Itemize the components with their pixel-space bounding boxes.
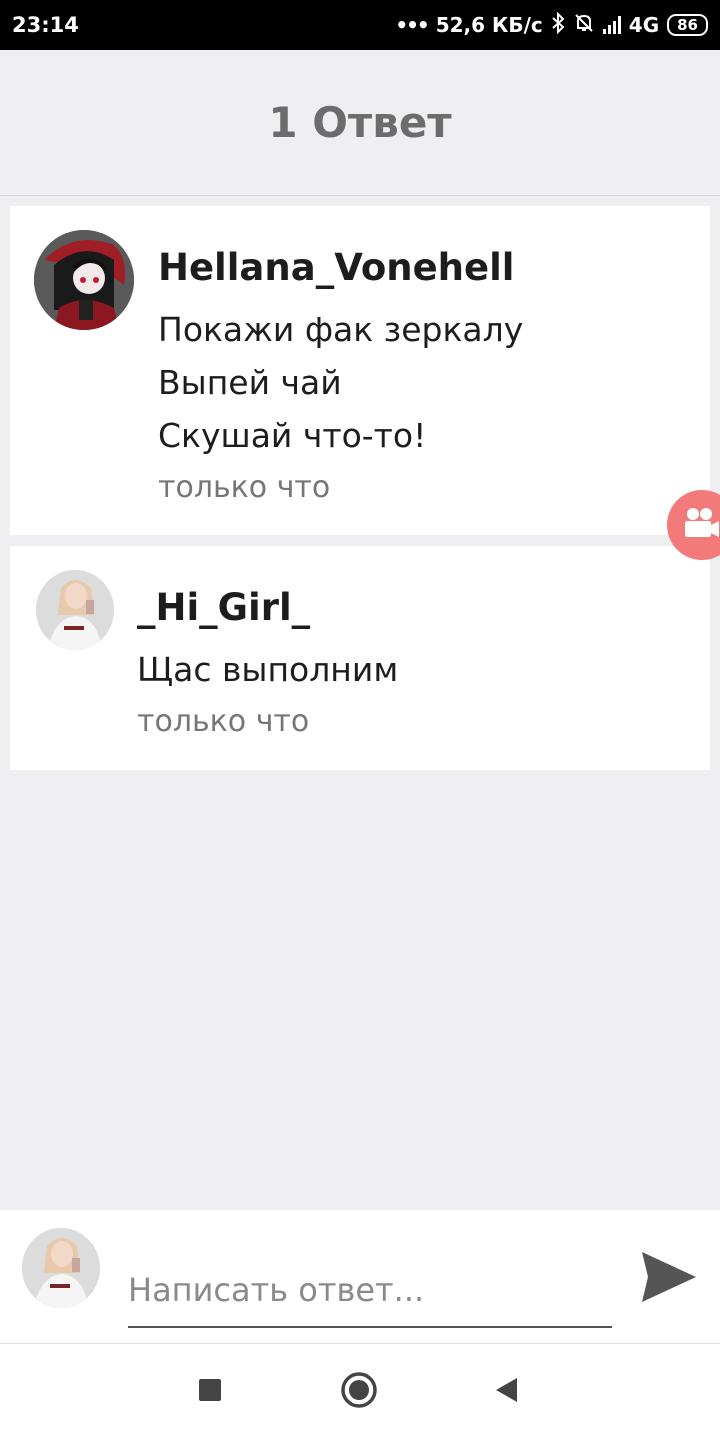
comment-card[interactable]: _Hi_Girl_ Щас выполним только что <box>10 546 710 770</box>
back-triangle-icon <box>493 1376 519 1408</box>
comment-text-line: Щас выполним <box>137 650 399 689</box>
send-button[interactable] <box>638 1248 700 1306</box>
battery-icon: 86 <box>667 14 708 36</box>
avatar <box>22 1228 100 1308</box>
avatar[interactable] <box>36 570 114 650</box>
system-nav-bar <box>0 1344 720 1440</box>
comment-text-line: Выпей чай <box>158 363 342 402</box>
comment-text-line: Скушай что-то! <box>158 416 427 455</box>
avatar[interactable] <box>34 230 134 330</box>
network-speed: 52,6 КБ/с <box>435 13 543 37</box>
reply-bar <box>0 1210 720 1344</box>
status-bar: 23:14 ••• 52,6 КБ/с 4G 86 <box>0 0 720 50</box>
home-button[interactable] <box>335 1368 383 1416</box>
mute-bell-icon <box>573 12 595 39</box>
status-indicators: ••• 52,6 КБ/с 4G 86 <box>395 11 708 39</box>
recents-button[interactable] <box>186 1368 234 1416</box>
network-type: 4G <box>628 13 660 37</box>
video-camera-icon <box>683 506 720 544</box>
reply-input[interactable] <box>128 1254 612 1328</box>
comment-timestamp: только что <box>158 470 331 505</box>
back-button[interactable] <box>482 1368 530 1416</box>
comment-username[interactable]: Hellana_Vonehell <box>158 246 514 289</box>
comment-username[interactable]: _Hi_Girl_ <box>137 586 310 629</box>
status-time: 23:14 <box>12 13 79 37</box>
comment-text-line: Покажи фак зеркалу <box>158 310 524 349</box>
page-title: 1 Ответ <box>268 98 452 147</box>
send-icon <box>638 1252 700 1310</box>
bluetooth-icon <box>551 11 565 39</box>
signal-icon <box>602 16 621 34</box>
more-dots-icon: ••• <box>395 13 429 37</box>
square-icon <box>198 1378 222 1406</box>
circle-icon <box>340 1371 378 1413</box>
comment-timestamp: только что <box>137 704 310 739</box>
header: 1 Ответ <box>0 50 720 196</box>
comment-card[interactable]: Hellana_Vonehell Покажи фак зеркалу Выпе… <box>10 206 710 535</box>
